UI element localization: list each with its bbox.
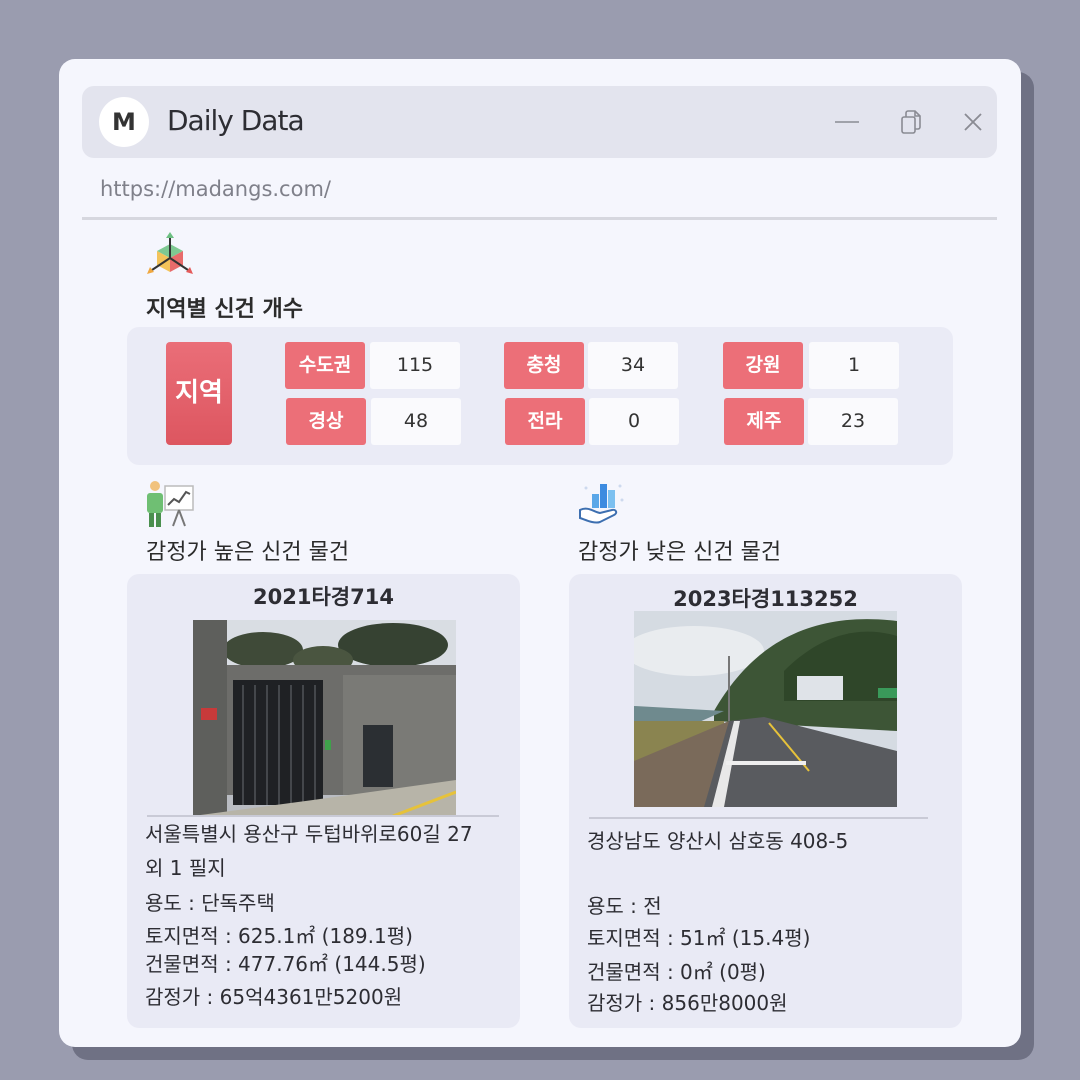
presentation-chart-icon [145,480,195,532]
high-case-number[interactable]: 2021타경714 [127,581,520,611]
region-count-chungcheong: 34 [588,342,678,389]
hand-bar-chart-icon [578,480,626,532]
high-appraisal-card[interactable]: 2021타경714 서울특별시 용산구 두텁바위로60길 27 외 1 필지 용… [127,574,520,1028]
region-count-jeolla: 0 [589,398,679,445]
region-label-gangwon: 강원 [723,342,803,389]
region-count-jeju: 23 [808,398,898,445]
low-case-number[interactable]: 2023타경113252 [569,583,962,613]
cube-axes-icon [145,232,195,284]
app-title: Daily Data [167,104,305,137]
copy-icon[interactable] [897,108,925,136]
low-property-photo [634,611,897,807]
header-divider [82,217,997,220]
app-window: M Daily Data https://madangs.com/ 지역별 신건… [59,59,1021,1047]
high-property-photo [193,620,456,816]
region-count-panel: 지역 수도권 115 충청 34 강원 1 경상 48 전라 0 제주 23 [127,327,953,465]
app-logo: M [99,97,149,147]
low-address-line1: 경상남도 양산시 삼호동 408-5 [587,829,849,853]
photo-divider [147,815,499,817]
minimize-icon[interactable] [833,108,861,136]
photo-divider [589,817,928,819]
region-label-chungcheong: 충청 [504,342,584,389]
high-building-area: 건물면적 : 477.76㎡ (144.5평) [145,952,426,976]
high-appraisal-price: 감정가 : 65억4361만5200원 [145,985,403,1009]
high-appraisal-section-title: 감정가 높은 신건 물건 [146,540,350,565]
low-land-area: 토지면적 : 51㎡ (15.4평) [587,926,811,950]
low-usage: 용도 : 전 [587,894,662,918]
region-count-gyeongsang: 48 [371,398,461,445]
region-label-gyeongsang: 경상 [286,398,366,445]
low-appraisal-section-title: 감정가 낮은 신건 물건 [578,540,782,565]
region-count-sudogwon: 115 [370,342,460,389]
region-section-title: 지역별 신건 개수 [146,297,303,322]
close-icon[interactable] [959,108,987,136]
title-bar: M Daily Data [82,86,997,158]
region-count-gangwon: 1 [809,342,899,389]
high-usage: 용도 : 단독주택 [145,891,275,915]
low-appraisal-card[interactable]: 2023타경113252 경상남도 양산시 삼호동 408-5 용도 : 전 토… [569,574,962,1028]
region-header-label: 지역 [166,342,232,445]
low-appraisal-price: 감정가 : 856만8000원 [587,991,788,1015]
region-label-jeju: 제주 [724,398,804,445]
region-label-jeolla: 전라 [505,398,585,445]
region-label-sudogwon: 수도권 [285,342,365,389]
high-address-line1: 서울특별시 용산구 두텁바위로60길 27 [145,822,473,846]
high-address-line2: 외 1 필지 [145,856,226,880]
url-text[interactable]: https://madangs.com/ [100,177,331,201]
low-building-area: 건물면적 : 0㎡ (0평) [587,960,766,984]
